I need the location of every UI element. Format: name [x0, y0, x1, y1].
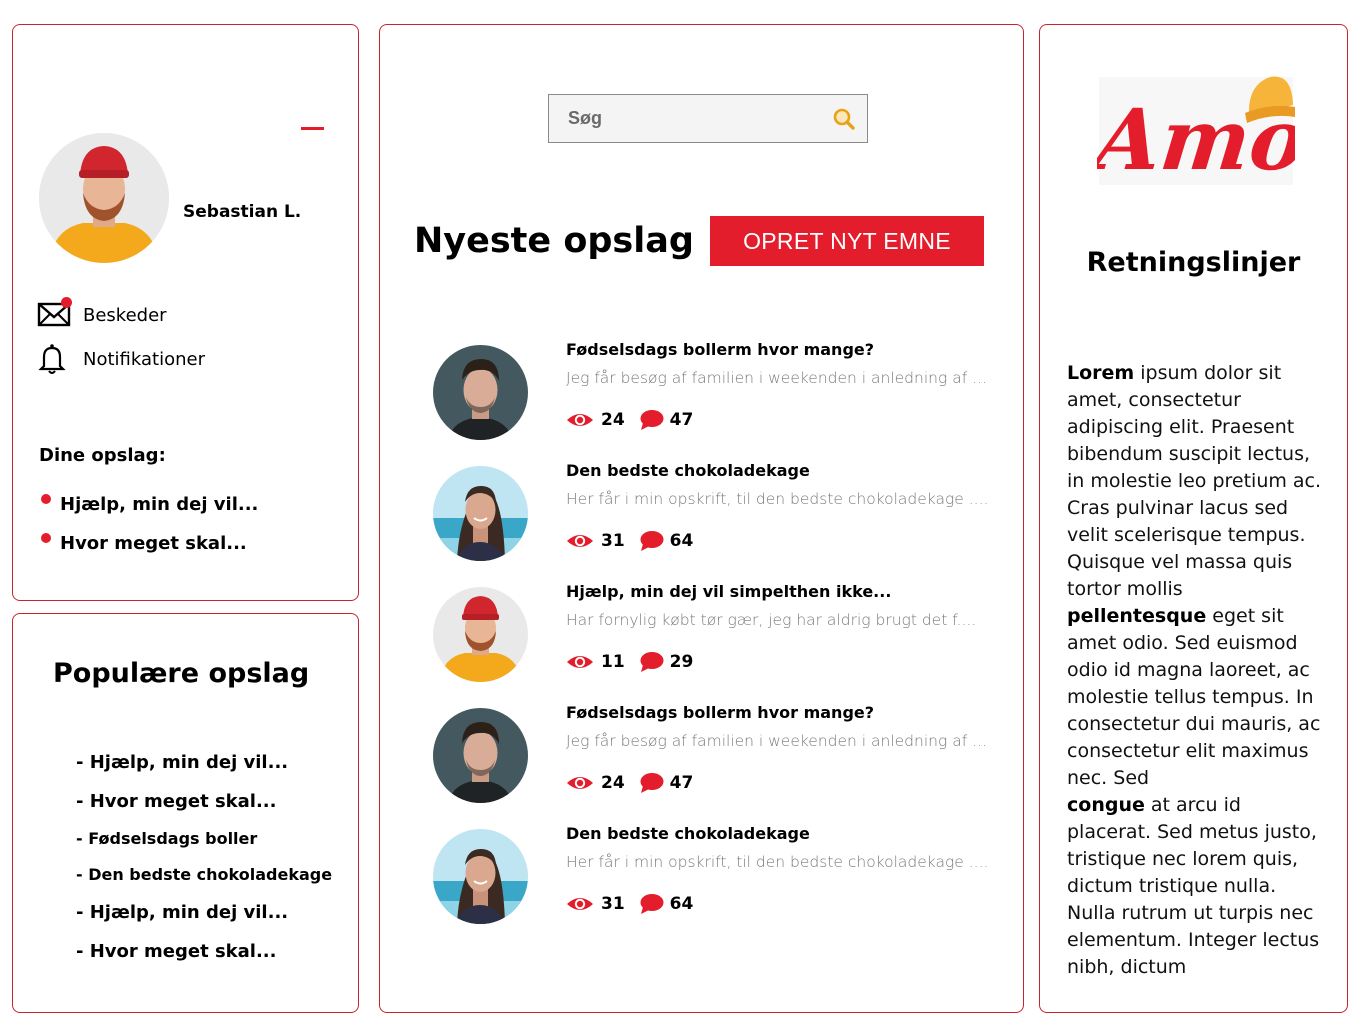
popular-item[interactable]: - Hjælp, min dej vil...	[76, 752, 288, 773]
comments-icon	[640, 410, 664, 430]
post-card[interactable]: Fødselsdags bollerm hvor mange? Jeg får …	[433, 340, 993, 455]
comments-count: 29	[669, 652, 694, 672]
guideline-paragraph: congue at arcu id placerat. Sed metus ju…	[1067, 794, 1320, 978]
guideline-paragraph: pellentesque eget sit amet odio. Sed eui…	[1067, 605, 1321, 789]
man-portrait-avatar[interactable]	[433, 708, 528, 803]
comments-count: 64	[669, 894, 694, 914]
popular-item[interactable]: - Hjælp, min dej vil...	[76, 902, 288, 923]
nav-label-notifications: Notifikationer	[83, 348, 205, 370]
post-stats: 24 47	[566, 409, 693, 431]
views-icon	[567, 656, 593, 668]
post-title[interactable]: Hjælp, min dej vil simpelthen ikke...	[566, 582, 891, 601]
comments-count: 47	[669, 773, 694, 793]
unread-badge	[61, 297, 72, 308]
post-excerpt: Jeg får besøg af familien i weekenden i …	[566, 369, 987, 387]
post-excerpt: Her får i min opskrift, til den bedste c…	[566, 490, 989, 508]
woman-portrait-avatar[interactable]	[433, 829, 528, 924]
man-portrait-avatar[interactable]	[433, 345, 528, 440]
profile-panel: Sebastian L. Beskeder Notifikationer Din…	[12, 24, 359, 601]
feed-panel: Nyeste opslag OPRET NYT EMNE Fødselsdags…	[379, 24, 1024, 1013]
my-posts-title: Dine opslag:	[39, 445, 166, 466]
post-excerpt: Her får i min opskrift, til den bedste c…	[566, 853, 989, 871]
views-count: 24	[601, 410, 625, 430]
search-icon[interactable]	[832, 107, 856, 131]
bullet-icon	[41, 532, 51, 543]
post-excerpt: Jeg får besøg af familien i weekenden i …	[566, 732, 987, 750]
my-post-item[interactable]: Hvor meget skal...	[41, 532, 247, 554]
nav-messages[interactable]: Beskeder	[37, 297, 167, 331]
avatar[interactable]	[39, 133, 169, 263]
post-title[interactable]: Den bedste chokoladekage	[566, 824, 810, 843]
post-card[interactable]: Hjælp, min dej vil simpelthen ikke... Ha…	[433, 582, 993, 697]
views-count: 31	[601, 894, 625, 914]
comments-icon	[640, 652, 664, 672]
user-name: Sebastian L.	[183, 202, 302, 222]
views-icon	[567, 777, 593, 789]
post-stats: 31 64	[566, 893, 693, 915]
popular-item[interactable]: - Fødselsdags boller	[76, 829, 257, 848]
comments-count: 47	[669, 410, 694, 430]
search-input[interactable]	[549, 95, 819, 142]
nav-label-messages: Beskeder	[83, 304, 167, 326]
post-card[interactable]: Den bedste chokoladekage Her får i min o…	[433, 824, 993, 939]
bell-icon	[37, 343, 73, 375]
views-count: 11	[601, 652, 625, 672]
page-title: Nyeste opslag	[414, 221, 694, 261]
post-title[interactable]: Den bedste chokoladekage	[566, 461, 810, 480]
create-topic-button[interactable]: OPRET NYT EMNE	[710, 216, 984, 266]
collapse-button[interactable]	[301, 127, 324, 130]
my-post-item[interactable]: Hjælp, min dej vil...	[41, 493, 258, 515]
post-card[interactable]: Fødselsdags bollerm hvor mange? Jeg får …	[433, 703, 993, 818]
post-excerpt: Har fornylig købt tør gær, jeg har aldri…	[566, 611, 977, 629]
views-icon	[567, 414, 593, 426]
popular-item[interactable]: - Hvor meget skal...	[76, 791, 277, 812]
views-icon	[567, 535, 593, 547]
comments-icon	[640, 894, 664, 914]
amo-logo[interactable]: Amo	[1084, 73, 1311, 189]
post-title[interactable]: Fødselsdags bollerm hvor mange?	[566, 703, 874, 722]
popular-title: Populære opslag	[53, 658, 310, 689]
bullet-icon	[41, 493, 51, 504]
mail-icon	[37, 297, 73, 331]
post-stats: 24 47	[566, 772, 693, 794]
comments-count: 64	[669, 531, 694, 551]
post-title[interactable]: Fødselsdags bollerm hvor mange?	[566, 340, 874, 359]
nav-notifications[interactable]: Notifikationer	[37, 343, 205, 375]
guidelines-panel: Amo Retningslinjer Lorem ipsum dolor sit…	[1039, 24, 1348, 1013]
views-count: 24	[601, 773, 625, 793]
guideline-paragraph: Lorem ipsum dolor sit amet, consectetur …	[1067, 362, 1322, 600]
post-stats: 11 29	[566, 651, 693, 673]
guidelines-title: Retningslinjer	[1086, 247, 1301, 278]
views-count: 31	[601, 531, 625, 551]
post-stats: 31 64	[566, 530, 693, 552]
comments-icon	[640, 773, 664, 793]
search-box	[548, 94, 868, 143]
popular-item[interactable]: - Den bedste chokoladekage	[76, 865, 332, 884]
beanie-man-portrait-avatar[interactable]	[433, 587, 528, 682]
woman-portrait-avatar[interactable]	[433, 466, 528, 561]
post-card[interactable]: Den bedste chokoladekage Her får i min o…	[433, 461, 993, 576]
comments-icon	[640, 531, 664, 551]
popular-item[interactable]: - Hvor meget skal...	[76, 941, 277, 962]
views-icon	[567, 898, 593, 910]
popular-panel: Populære opslag - Hjælp, min dej vil... …	[12, 613, 359, 1013]
